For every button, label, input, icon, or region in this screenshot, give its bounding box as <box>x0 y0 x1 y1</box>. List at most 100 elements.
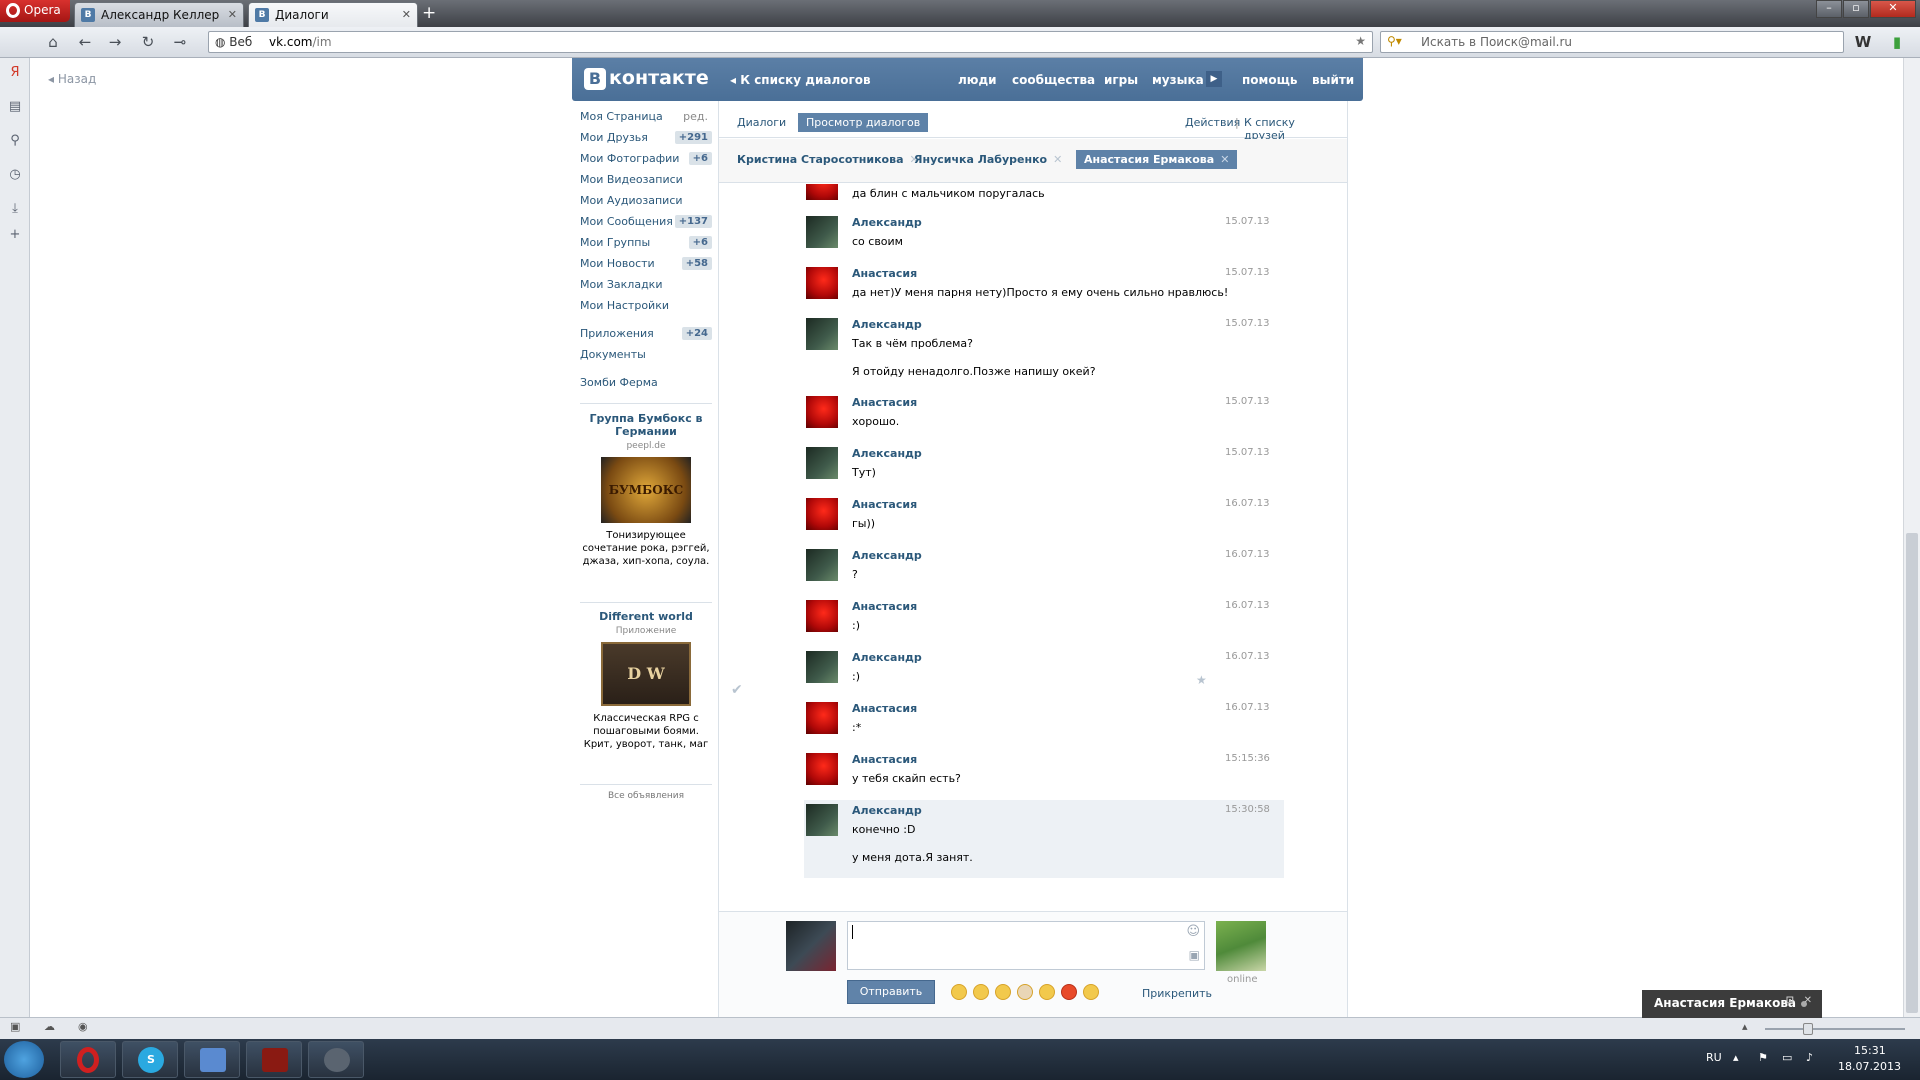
message-date[interactable]: 15.07.13 <box>1225 318 1270 329</box>
avatar[interactable] <box>806 600 838 632</box>
camera-icon[interactable]: ▣ <box>1189 948 1200 962</box>
search-icon[interactable]: ⚲ <box>8 134 22 148</box>
close-icon[interactable]: ✕ <box>1220 153 1229 166</box>
menu-audio[interactable]: Мои Аудиозаписи <box>580 194 712 212</box>
close-tab-icon[interactable]: ✕ <box>402 8 411 21</box>
message-date[interactable]: 16.07.13 <box>1225 702 1270 713</box>
my-avatar[interactable] <box>786 921 836 971</box>
peer-tab[interactable]: Кристина Старосотникова ✕ <box>729 150 927 169</box>
search-engine-icon[interactable]: ⚲▾ <box>1387 34 1402 48</box>
panel-toggle-icon[interactable]: ▣ <box>10 1020 20 1033</box>
emoji-wink-icon[interactable] <box>1039 984 1055 1000</box>
message-date[interactable]: 15.07.13 <box>1225 396 1270 407</box>
message-date[interactable]: 16.07.13 <box>1225 498 1270 509</box>
menu-zombie-farm[interactable]: Зомби Ферма <box>580 376 712 394</box>
menu-apps[interactable]: Приложения +24 <box>580 327 712 345</box>
nav-people[interactable]: люди <box>958 73 997 87</box>
language-indicator[interactable]: RU <box>1706 1051 1722 1064</box>
menu-my-page[interactable]: Моя Страница ред. <box>580 110 712 128</box>
actions-link[interactable]: Действия <box>1177 113 1240 132</box>
sender-name[interactable]: Анастасия <box>852 498 917 511</box>
avatar[interactable] <box>806 184 838 200</box>
forward-icon[interactable]: → <box>106 33 124 51</box>
chat-popup[interactable]: Анастасия Ермакова ⊡ ✕ <box>1642 990 1822 1018</box>
tab-view-dialogs[interactable]: Просмотр диалогов <box>798 113 929 132</box>
sender-name[interactable]: Александр <box>852 216 922 229</box>
peer-tab-active[interactable]: Анастасия Ермакова ✕ <box>1076 150 1238 169</box>
taskbar-opera[interactable] <box>60 1041 116 1078</box>
message-row[interactable]: Анастасия хорошо. 15.07.13 <box>804 392 1284 443</box>
sender-name[interactable]: Анастасия <box>852 600 917 613</box>
browser-tab-active[interactable]: В Диалоги ✕ <box>248 2 418 28</box>
attach-link[interactable]: Прикрепить <box>1142 987 1212 1000</box>
cloud-icon[interactable]: ☁ <box>44 1020 55 1033</box>
close-icon[interactable]: ✕ <box>1053 153 1062 166</box>
avatar[interactable] <box>806 702 838 734</box>
avatar[interactable] <box>806 651 838 683</box>
favorite-star-icon[interactable]: ★ <box>1196 673 1207 687</box>
message-date[interactable]: 16.07.13 <box>1225 549 1270 560</box>
taskbar-steam[interactable] <box>308 1041 364 1078</box>
smiley-icon[interactable]: ☺ <box>1186 924 1200 939</box>
message-row[interactable]: Анастасия:* 16.07.13 <box>804 698 1284 749</box>
url-field[interactable]: ◍ Веб vk.com/im ★ <box>208 31 1373 53</box>
zoom-out-icon[interactable]: ▴ <box>1742 1020 1748 1033</box>
ad-image-bumbox[interactable]: БУМБОКС <box>601 457 691 523</box>
zoom-slider[interactable] <box>1765 1023 1905 1035</box>
popup-expand-icon[interactable]: ⊡ <box>1786 995 1794 1006</box>
avatar[interactable] <box>806 549 838 581</box>
avatar[interactable] <box>806 804 838 836</box>
menu-settings[interactable]: Мои Настройки <box>580 299 712 317</box>
back-to-dialogs-link[interactable]: ◂ К списку диалогов <box>730 73 871 87</box>
message-date[interactable]: 16.07.13 <box>1225 600 1270 611</box>
downloads-icon[interactable]: ⤓ <box>8 202 22 216</box>
menu-photos[interactable]: Мои Фотографии +6 <box>580 152 712 170</box>
popup-close-icon[interactable]: ✕ <box>1804 995 1812 1006</box>
flag-icon[interactable]: ⚑ <box>1758 1051 1768 1064</box>
nav-games[interactable]: игры <box>1104 73 1138 87</box>
edit-link[interactable]: ред. <box>683 110 708 123</box>
message-date[interactable]: 15.07.13 <box>1225 267 1270 278</box>
emoji-smile-icon[interactable] <box>995 984 1011 1000</box>
message-row[interactable]: Анастасия гы)) 16.07.13 <box>804 494 1284 545</box>
nav-communities[interactable]: сообщества <box>1012 73 1095 87</box>
menu-bookmarks[interactable]: Мои Закладки <box>580 278 712 296</box>
scrollbar-thumb[interactable] <box>1906 533 1918 1013</box>
taskbar-dota[interactable] <box>246 1041 302 1078</box>
emoji-blush-icon[interactable] <box>1083 984 1099 1000</box>
page-scrollbar[interactable] <box>1903 58 1920 1018</box>
music-play-icon[interactable]: ▶ <box>1206 71 1222 87</box>
reload-icon[interactable]: ↻ <box>139 33 157 51</box>
message-date[interactable]: 15:30:58 <box>1225 804 1270 815</box>
sender-name[interactable]: Александр <box>852 549 922 562</box>
sender-name[interactable]: Александр <box>852 651 922 664</box>
message-row[interactable]: Александр:) 16.07.13 <box>804 647 1284 698</box>
emoji-laugh-icon[interactable] <box>951 984 967 1000</box>
tab-dialogs[interactable]: Диалоги <box>729 113 794 132</box>
message-row[interactable]: Анастасия:) 16.07.13 <box>804 596 1284 647</box>
nav-logout[interactable]: выйти <box>1312 73 1354 87</box>
signal-icon[interactable]: ▮ <box>1888 33 1906 51</box>
history-icon[interactable]: ◷ <box>8 168 22 182</box>
menu-news[interactable]: Мои Новости +58 <box>580 257 712 275</box>
message-date[interactable]: 16.07.13 <box>1225 651 1270 662</box>
zoom-handle[interactable] <box>1803 1023 1813 1035</box>
emoji-cry-icon[interactable] <box>973 984 989 1000</box>
avatar[interactable] <box>806 498 838 530</box>
send-button[interactable]: Отправить <box>847 980 935 1004</box>
sender-name[interactable]: Александр <box>852 804 922 817</box>
volume-icon[interactable]: ♪ <box>1806 1051 1813 1064</box>
emoji-cat-icon[interactable] <box>1017 984 1033 1000</box>
message-row[interactable]: Александр конечно :D у меня дота.Я занят. 1… <box>804 800 1284 878</box>
vk-logo[interactable]: Вконтакте <box>584 67 709 90</box>
emoji-heart-icon[interactable] <box>1061 984 1077 1000</box>
menu-videos[interactable]: Мои Видеозаписи <box>580 173 712 191</box>
browser-tab[interactable]: В Александр Келлер ✕ <box>74 2 244 27</box>
tray-arrow-icon[interactable]: ▴ <box>1733 1051 1739 1064</box>
menu-groups[interactable]: Мои Группы +6 <box>580 236 712 254</box>
taskbar-explorer[interactable] <box>184 1041 240 1078</box>
nav-help[interactable]: помощь <box>1242 73 1297 87</box>
network-icon[interactable]: ▭ <box>1782 1051 1792 1064</box>
sender-name[interactable]: Анастасия <box>852 396 917 409</box>
back-icon[interactable]: ← <box>76 33 94 51</box>
